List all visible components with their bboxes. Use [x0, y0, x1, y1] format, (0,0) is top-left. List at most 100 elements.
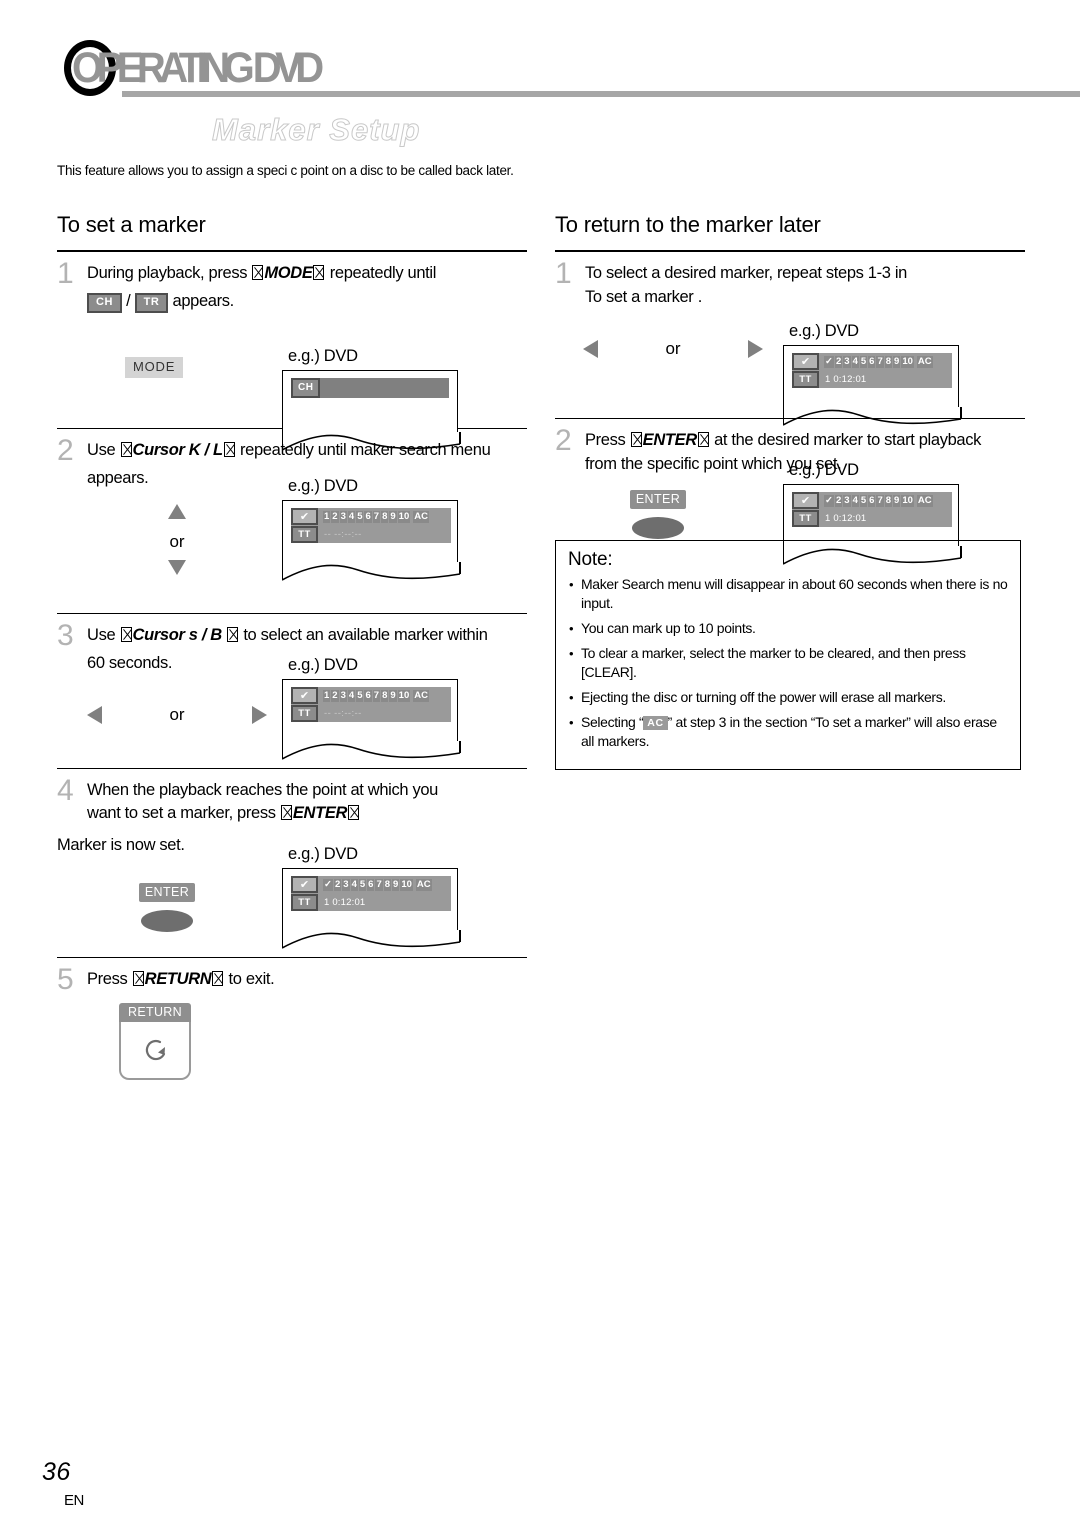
note-item-ac: Selecting “AC” at step 3 in the section …: [568, 713, 1010, 751]
step-text-part-b: repeatedly until: [325, 264, 437, 282]
marker-num[interactable]: 2: [834, 494, 843, 507]
horizontal-arrows: or: [583, 331, 763, 367]
return-button[interactable]: RETURN: [119, 1003, 191, 1022]
enter-key-shape-icon[interactable]: [632, 517, 684, 539]
marker-numbers: ✓ 2 3 4 5 6 7 8 9 10 AC: [318, 878, 432, 891]
marker-num[interactable]: 3: [843, 355, 851, 368]
marker-num[interactable]: 10: [400, 878, 413, 891]
marker-num[interactable]: 6: [364, 510, 372, 523]
marker-num[interactable]: 6: [868, 355, 876, 368]
marker-num[interactable]: 4: [347, 510, 356, 523]
marker-num[interactable]: 6: [367, 878, 375, 891]
mode-button[interactable]: MODE: [125, 357, 184, 378]
marker-num[interactable]: 4: [851, 494, 859, 507]
enter-key-group[interactable]: ENTER: [613, 490, 703, 539]
ac-option[interactable]: AC: [413, 689, 429, 702]
language-code: EN: [64, 1492, 84, 1509]
cursor-left-icon[interactable]: [583, 340, 598, 358]
cursor-left-icon[interactable]: [87, 706, 102, 724]
marker-num[interactable]: 3: [339, 689, 347, 702]
marker-num[interactable]: 6: [868, 494, 876, 507]
ac-option[interactable]: AC: [413, 510, 429, 523]
marker-num[interactable]: 8: [381, 510, 389, 523]
osd-bar: CH: [291, 378, 449, 398]
enter-key-group[interactable]: ENTER: [122, 883, 212, 932]
note-item: You can mark up to 10 points.: [568, 619, 1010, 638]
note-text-a: Selecting “: [581, 714, 644, 730]
marker-num[interactable]: 2: [333, 878, 342, 891]
right-column: To return to the marker later 1 To selec…: [555, 210, 1025, 770]
check-icon: ✔: [291, 687, 318, 704]
return-key-group[interactable]: RETURN: [119, 1003, 191, 1080]
marker-num[interactable]: 10: [901, 355, 914, 368]
marker-num[interactable]: 3: [843, 494, 851, 507]
step-text-part-b: to select an available marker within: [239, 626, 488, 644]
manual-page: OPERATING DVD Marker Setup This feature …: [0, 0, 1080, 1526]
appears-text: appears.: [172, 292, 235, 310]
marker-num[interactable]: 2: [834, 355, 843, 368]
marker-num[interactable]: 9: [893, 494, 901, 507]
marker-num[interactable]: 9: [389, 510, 397, 523]
box-glyph-icon: [313, 265, 325, 280]
marker-num[interactable]: 2: [331, 510, 339, 523]
marker-num[interactable]: 8: [884, 355, 893, 368]
marker-num[interactable]: 4: [851, 355, 859, 368]
marker-num[interactable]: 10: [397, 510, 411, 523]
cursor-up-icon[interactable]: [168, 504, 186, 519]
enter-button[interactable]: ENTER: [138, 883, 196, 902]
marker-num[interactable]: 7: [876, 355, 884, 368]
marker-num[interactable]: 5: [356, 689, 364, 702]
marker-num[interactable]: 10: [397, 689, 411, 702]
marker-num[interactable]: 4: [350, 878, 358, 891]
tt-tag: TT: [792, 510, 819, 527]
step-text-part-a: Press: [87, 970, 132, 988]
tv-screen: ✔ 1 2 3 4 5 6 7 8 9 10 AC TT -- --:--:--: [281, 679, 461, 760]
tv-screen: ✔ ✓ 2 3 4 5 6 7 8 9 10 AC TT 1 0:12:01: [281, 868, 461, 949]
cursor-down-icon[interactable]: [168, 560, 186, 575]
marker-num[interactable]: 5: [859, 355, 868, 368]
marker-num[interactable]: 5: [859, 494, 868, 507]
marker-num[interactable]: 7: [372, 510, 381, 523]
marker-num[interactable]: 2: [331, 689, 339, 702]
enter-button[interactable]: ENTER: [629, 490, 687, 509]
marker-row: ✔ ✓ 2 3 4 5 6 7 8 9 10 AC: [792, 353, 952, 370]
marker-num[interactable]: 10: [901, 494, 914, 507]
badge-separator: /: [126, 292, 131, 310]
marker-num[interactable]: 6: [364, 689, 372, 702]
cursor-right-icon[interactable]: [252, 706, 267, 724]
enter-key-shape-icon[interactable]: [141, 910, 193, 932]
marker-num[interactable]: 5: [356, 510, 364, 523]
marker-num[interactable]: ✓: [323, 878, 333, 891]
cursor-right-icon[interactable]: [748, 340, 763, 358]
torn-edge-icon: [281, 562, 461, 581]
marker-num[interactable]: 9: [389, 689, 397, 702]
marker-num[interactable]: 7: [876, 494, 884, 507]
marker-num[interactable]: 1: [323, 689, 331, 702]
marker-num[interactable]: ✓: [824, 355, 834, 368]
tv-screen: ✔ 1 2 3 4 5 6 7 8 9 10 AC TT -- --:--:--: [281, 500, 461, 581]
marker-row: ✔ 1 2 3 4 5 6 7 8 9 10 AC: [291, 508, 451, 525]
marker-row: ✔ ✓ 2 3 4 5 6 7 8 9 10 AC: [792, 492, 952, 509]
ac-option[interactable]: AC: [916, 494, 933, 507]
marker-num[interactable]: 7: [375, 878, 383, 891]
marker-num[interactable]: 5: [358, 878, 367, 891]
marker-num[interactable]: ✓: [824, 494, 834, 507]
ac-option[interactable]: AC: [415, 878, 432, 891]
marker-num[interactable]: 8: [884, 494, 893, 507]
or-label: or: [169, 532, 185, 551]
marker-num[interactable]: 8: [381, 689, 389, 702]
marker-search-menu: ✔ ✓ 2 3 4 5 6 7 8 9 10 AC TT 1 0:12:01: [792, 353, 952, 388]
ac-option[interactable]: AC: [916, 355, 933, 368]
marker-num[interactable]: 3: [342, 878, 350, 891]
box-glyph-icon: [252, 265, 264, 280]
time-value: -- --:--:--: [324, 529, 362, 540]
marker-num[interactable]: 9: [893, 355, 901, 368]
marker-num[interactable]: 9: [392, 878, 400, 891]
marker-num[interactable]: 4: [347, 689, 356, 702]
marker-num[interactable]: 1: [323, 510, 331, 523]
marker-num[interactable]: 7: [372, 689, 381, 702]
return-key-illustration: RETURN: [57, 1003, 527, 1087]
marker-num[interactable]: 3: [339, 510, 347, 523]
return-key-body[interactable]: [119, 1022, 191, 1080]
marker-num[interactable]: 8: [383, 878, 392, 891]
